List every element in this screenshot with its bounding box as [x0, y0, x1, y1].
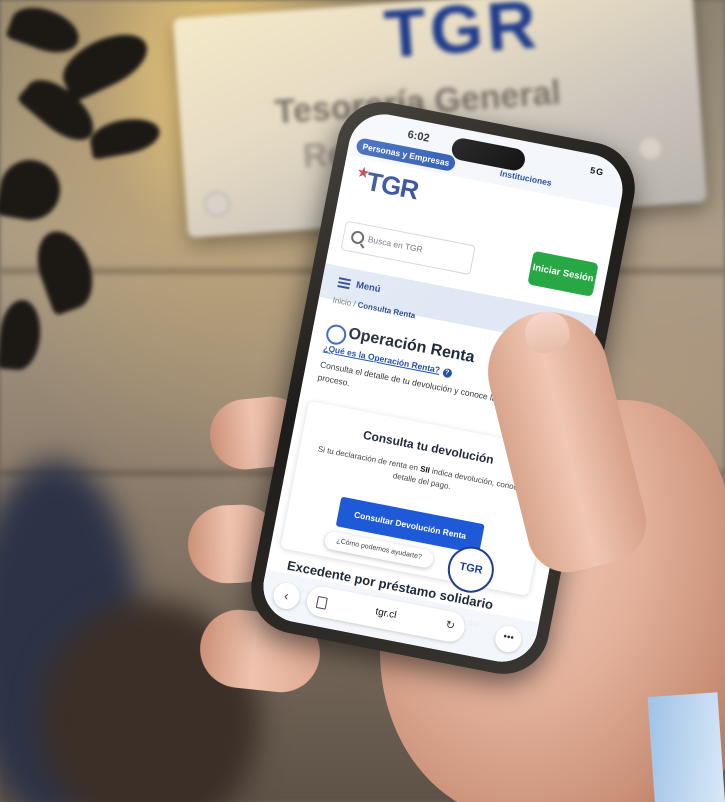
more-button[interactable]: •••: [493, 623, 524, 655]
status-time: 6:02: [406, 128, 431, 145]
search-placeholder: Busca en TGR: [367, 234, 424, 255]
chevron-left-icon: ‹: [282, 587, 291, 604]
photo-scene: TGR Tesorería General República 6:02 5G …: [0, 0, 725, 802]
menu-label: Menú: [355, 279, 382, 296]
network-indicator: 5G: [589, 165, 605, 178]
question-icon: ?: [441, 367, 453, 379]
hamburger-icon: [338, 277, 352, 282]
shirt-sleeve: [647, 692, 725, 802]
back-button[interactable]: ‹: [271, 580, 302, 612]
foreground-leaves: [0, 0, 200, 380]
logo-text: TGR: [363, 165, 421, 206]
search-input[interactable]: Busca en TGR: [340, 220, 476, 276]
sign-bolt: [203, 189, 231, 218]
login-button[interactable]: Iniciar Sesión: [527, 250, 599, 297]
search-icon: [350, 229, 366, 246]
sign-logo: TGR: [381, 0, 543, 73]
ellipsis-icon: •••: [502, 631, 515, 644]
tgr-logo[interactable]: ★TGR: [353, 164, 420, 206]
